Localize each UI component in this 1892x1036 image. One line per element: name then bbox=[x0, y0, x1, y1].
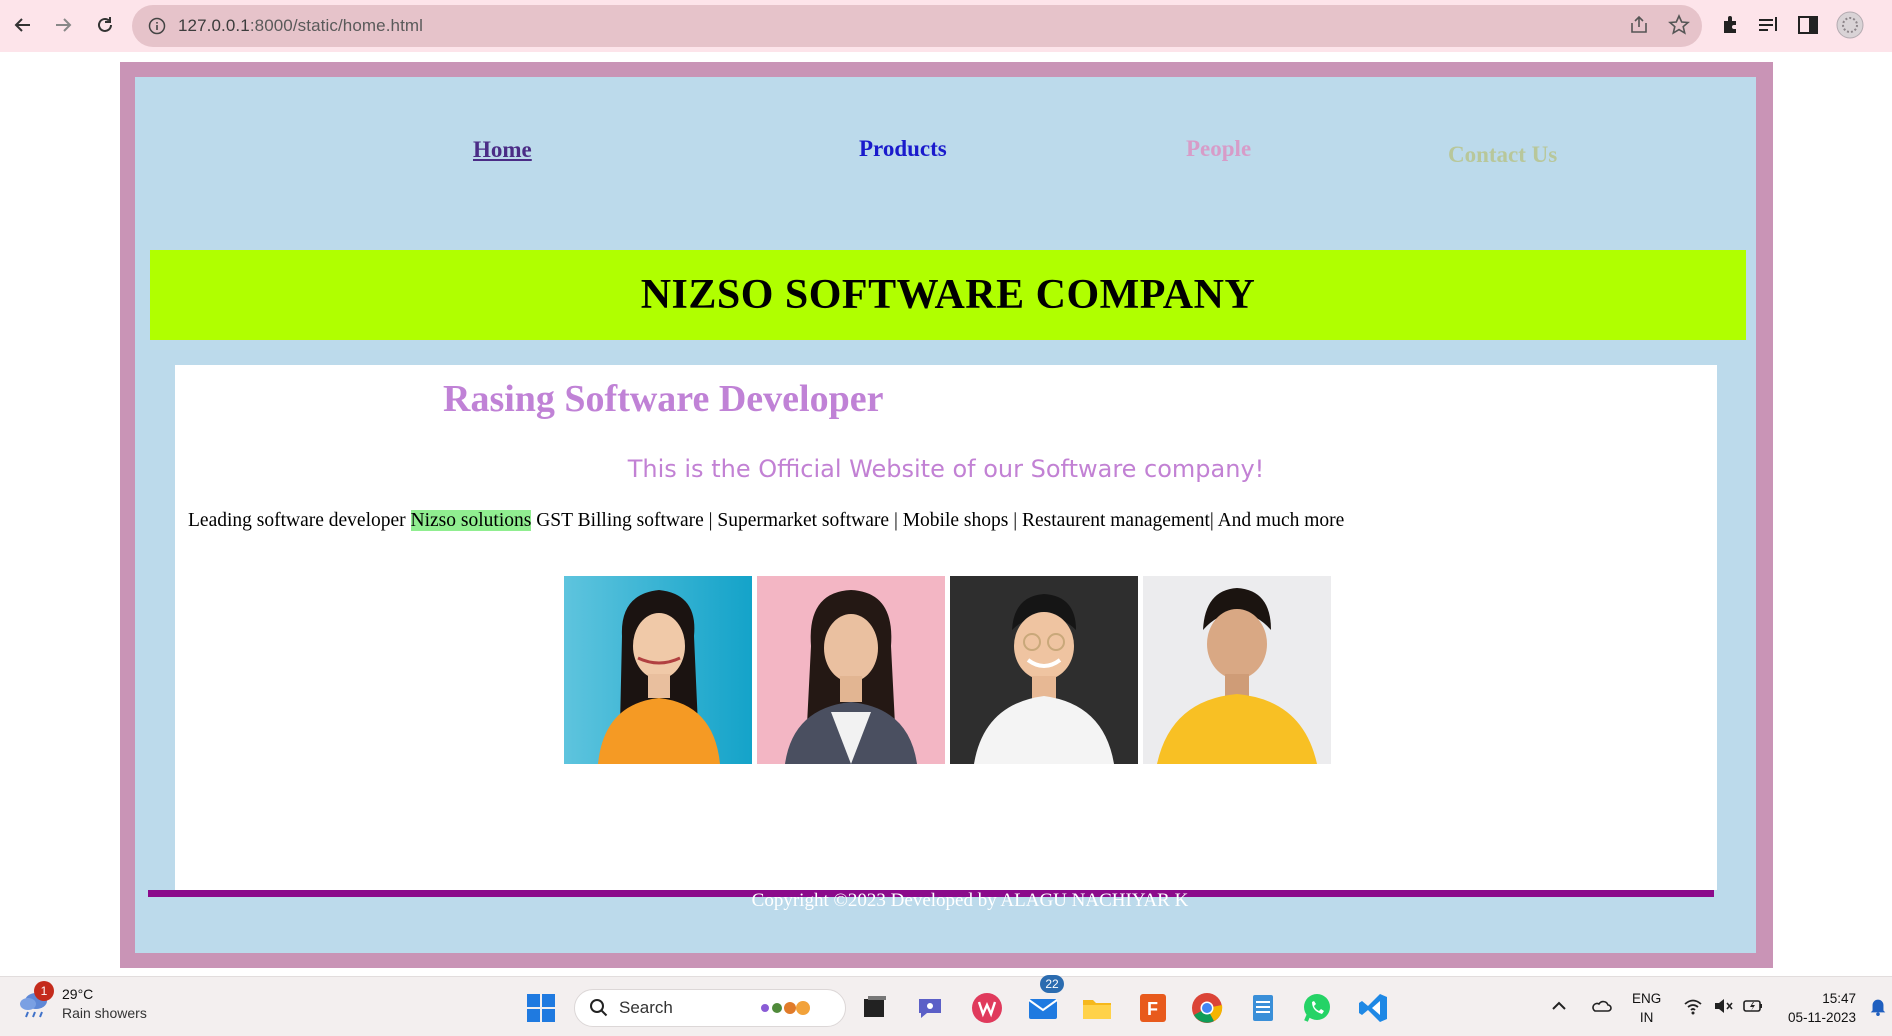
reading-list-icon[interactable] bbox=[1756, 13, 1780, 37]
url-text: 127.0.0.1:8000/static/home.html bbox=[178, 16, 424, 35]
weather-condition: Rain showers bbox=[62, 1005, 147, 1021]
back-button[interactable] bbox=[8, 10, 38, 40]
extensions-puzzle-icon[interactable] bbox=[1718, 13, 1742, 37]
wps-office-icon[interactable] bbox=[970, 991, 1004, 1025]
foxit-reader-icon[interactable]: F bbox=[1136, 991, 1170, 1025]
mail-icon bbox=[1028, 999, 1058, 1019]
windows-start-icon[interactable] bbox=[524, 991, 558, 1025]
weather-rain-icon: 1 bbox=[18, 981, 54, 1021]
intro-paragraph: Leading software developer Nizso solutio… bbox=[188, 510, 1344, 532]
highlighted-company-name: Nizso solutions bbox=[410, 510, 532, 531]
section-heading: Rasing Software Developer bbox=[443, 378, 884, 420]
search-icon bbox=[590, 999, 608, 1017]
search-highlight-icon bbox=[760, 1001, 810, 1015]
onedrive-icon[interactable] bbox=[1590, 995, 1612, 1017]
mail-unread-badge: 22 bbox=[1040, 975, 1064, 993]
intro-text-start: Leading software developer bbox=[188, 510, 411, 531]
footer-copyright: Copyright ©2023 Developed by ALAGU NACHI… bbox=[751, 890, 1189, 911]
search-label: Search bbox=[619, 998, 673, 1017]
nav-link-contact-us[interactable]: Contact Us bbox=[1448, 142, 1557, 168]
clock-time: 15:47 bbox=[1822, 991, 1856, 1006]
wifi-icon[interactable] bbox=[1682, 995, 1704, 1017]
share-icon[interactable] bbox=[1628, 14, 1650, 36]
task-view-icon[interactable] bbox=[858, 991, 892, 1025]
windows-taskbar: 1 29°C Rain showers Search 22 F ENG IN 15… bbox=[0, 975, 1892, 1036]
team-photo-3 bbox=[950, 576, 1138, 764]
reload-button[interactable] bbox=[90, 10, 120, 40]
region-code: IN bbox=[1639, 1010, 1654, 1025]
intro-text-end: GST Billing software | Supermarket softw… bbox=[531, 510, 1345, 531]
system-clock[interactable]: 15:47 05-11-2023 bbox=[1780, 989, 1856, 1027]
speaker-muted-icon[interactable] bbox=[1712, 995, 1734, 1017]
weather-alert-badge: 1 bbox=[34, 981, 54, 1001]
nav-link-products[interactable]: Products bbox=[859, 136, 947, 162]
weather-temperature: 29°C bbox=[62, 986, 94, 1002]
arrow-left-icon bbox=[14, 18, 30, 32]
language-code: ENG bbox=[1632, 991, 1662, 1006]
profile-avatar-icon[interactable] bbox=[1836, 11, 1864, 39]
main-content: Rasing Software Developer This is the Of… bbox=[175, 365, 1717, 890]
svg-text:F: F bbox=[1147, 999, 1158, 1019]
team-photo-4 bbox=[1143, 576, 1331, 764]
arrow-right-icon bbox=[56, 18, 72, 32]
reload-icon bbox=[98, 17, 112, 32]
browser-toolbar: 127.0.0.1:8000/static/home.html bbox=[0, 0, 1892, 52]
side-panel-icon[interactable] bbox=[1796, 13, 1820, 37]
team-photo-1 bbox=[564, 576, 752, 764]
taskbar-search[interactable]: Search bbox=[574, 989, 846, 1027]
nav-link-people[interactable]: People bbox=[1186, 136, 1251, 162]
chrome-icon[interactable] bbox=[1190, 991, 1224, 1025]
company-banner: NIZSO SOFTWARE COMPANY bbox=[150, 250, 1746, 340]
file-explorer-icon[interactable] bbox=[1080, 991, 1114, 1025]
clock-date: 05-11-2023 bbox=[1787, 1010, 1856, 1025]
company-title: NIZSO SOFTWARE COMPANY bbox=[640, 272, 1256, 318]
teams-chat-icon[interactable] bbox=[914, 991, 948, 1025]
notepad-icon[interactable] bbox=[1246, 991, 1280, 1025]
subtitle: This is the Official Website of our Soft… bbox=[627, 455, 1265, 483]
forward-button[interactable] bbox=[48, 10, 78, 40]
address-bar[interactable]: 127.0.0.1:8000/static/home.html bbox=[132, 5, 1702, 47]
nav-link-home[interactable]: Home bbox=[473, 137, 532, 163]
vscode-icon[interactable] bbox=[1356, 991, 1390, 1025]
chevron-up-icon[interactable] bbox=[1548, 995, 1570, 1017]
site-info-icon[interactable] bbox=[148, 17, 166, 35]
battery-charging-icon[interactable] bbox=[1742, 995, 1764, 1017]
language-indicator[interactable]: ENG IN bbox=[1632, 989, 1661, 1027]
whatsapp-icon[interactable] bbox=[1300, 991, 1334, 1025]
team-photo-2 bbox=[757, 576, 945, 764]
notification-bell-icon[interactable] bbox=[1868, 995, 1888, 1017]
weather-widget[interactable]: 1 29°C Rain showers bbox=[18, 981, 147, 1023]
bookmark-star-icon[interactable] bbox=[1668, 14, 1690, 36]
